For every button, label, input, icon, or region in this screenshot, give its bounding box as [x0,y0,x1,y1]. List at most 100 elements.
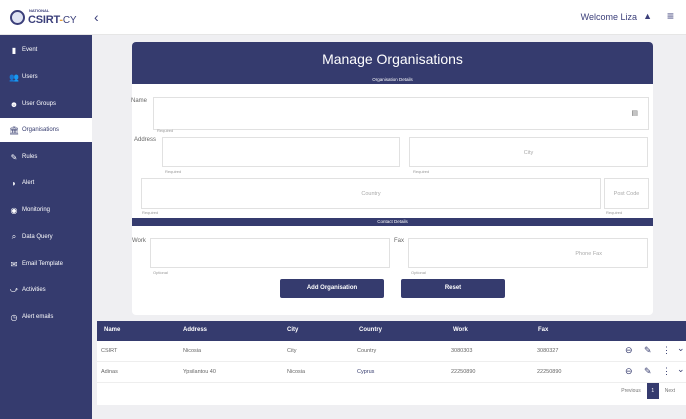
sidebar-item-label: Data Query [22,234,53,240]
top-bar: NATIONAL CSIRT-CY ‹ Welcome Liza ▲ ≡ [0,0,686,35]
cell-city: Nicosia [287,369,306,375]
fax-input[interactable]: Phone Fax [408,238,648,268]
city-placeholder: City [523,150,534,156]
sidebar-item-data-query[interactable]: ⌕ Data Query [0,225,92,249]
seal-icon [10,10,25,25]
sidebar-item-users[interactable]: 👥 Users [0,65,92,89]
sidebar-item-monitoring[interactable]: ◉ Monitoring [0,198,92,222]
sidebar-item-email-template[interactable]: ✉ Email Template [0,252,92,276]
section-organisation-details: Organisation Details [132,76,653,84]
sidebar-item-alert-emails[interactable]: ◷ Alert emails [0,305,92,329]
cell-country: Cyprus [357,369,375,375]
add-organisation-button[interactable]: Add Organisation [280,279,384,298]
fax-label: Fax [394,238,405,244]
work-label: Work [132,238,146,244]
logo-text: CSIRT-CY [28,14,77,26]
sidebar-item-label: Event [22,47,38,53]
sidebar-item-user-groups[interactable]: ☻ User Groups [0,92,92,116]
dashboard-icon: ◉ [10,205,18,215]
name-hint: Required [157,128,174,133]
column-header[interactable]: City [287,327,298,333]
tag-icon: ◗ [11,178,17,188]
country-hint: Required [142,210,159,215]
bank-icon: 🏛 [9,125,20,135]
next-page-button[interactable]: Next [665,388,675,394]
sidebar-item-label: Activities [22,287,46,293]
welcome-text: Welcome Liza [580,12,637,22]
sidebar-item-event[interactable]: ▮ Event [0,38,92,62]
sidebar-item-organisations[interactable]: 🏛 Organisations [0,118,92,142]
more-options-icon[interactable]: ⋮ [662,345,671,356]
name-label: Name [131,98,148,104]
previous-page-button[interactable]: Previous [621,388,640,394]
address-input[interactable] [162,137,400,167]
cell-fax: 22250890 [537,369,562,375]
sidebar-item-alert[interactable]: ◗ Alert [0,171,92,195]
table-row[interactable]: Adinas Ypsilantou 40 Nicosia Cyprus 2225… [97,362,686,383]
fax-placeholder: Phone Fax [575,251,602,257]
cell-address: Nicosia [183,348,202,354]
cell-city: City [287,348,297,354]
clock-icon: ◷ [10,312,18,322]
page-number-button[interactable]: 1 [646,383,659,399]
sidebar-item-label: Alert emails [22,314,54,320]
column-header[interactable]: Fax [538,327,548,333]
expand-icon[interactable]: ⌄ [677,343,685,354]
edit-icon[interactable]: ✎ [644,366,652,377]
work-phone-input[interactable] [150,238,390,268]
edit-icon[interactable]: ✎ [644,345,652,356]
logo-national-text: NATIONAL [29,8,50,13]
sidebar-item-label: Rules [22,154,38,160]
remove-icon[interactable]: ⊖ [625,345,633,356]
user-groups-icon: ☻ [9,99,19,109]
cell-country: Country [357,348,377,354]
table-row[interactable]: CSIRT Nicosia City Country 3080303 30803… [97,341,686,362]
cell-name: CSIRT [101,348,118,354]
pagination: Previous 1 Next [621,383,675,399]
fax-hint: Optional [411,270,426,275]
table-header: Name Address City Country Work Fax [97,321,686,341]
address-hint: Required [165,169,182,174]
sidebar-item-label: Organisations [22,127,60,133]
page-title: Manage Organisations [132,42,653,76]
search-icon: ⌕ [11,232,17,241]
sidebar-item-label: Email Template [22,261,63,267]
sidebar: ▮ Event 👥 Users ☻ User Groups 🏛 Organisations ✎ R… [0,35,92,419]
country-input[interactable]: Country [141,178,601,209]
sidebar-item-activities[interactable]: ⤻ Activities [0,278,92,302]
expand-icon[interactable]: ⌄ [677,364,685,375]
city-input[interactable]: City [409,137,648,167]
mail-icon: ✉ [10,259,18,269]
cell-fax: 3080327 [537,348,559,354]
column-header[interactable]: Country [359,327,382,333]
sidebar-item-label: Monitoring [22,207,51,213]
city-hint: Required [413,169,430,174]
sidebar-item-label: User Groups [22,101,57,107]
organisation-form-card: Manage Organisations Organisation Detail… [131,42,653,315]
reset-button[interactable]: Reset [401,279,505,298]
csirt-cy-logo[interactable]: NATIONAL CSIRT-CY [10,8,80,29]
more-options-icon[interactable]: ⋮ [662,366,671,377]
sidebar-item-rules[interactable]: ✎ Rules [0,145,92,169]
name-input[interactable]: ▤ [153,97,649,130]
postcode-hint: Required [606,210,623,215]
cell-address: Ypsilantou 40 [183,369,216,375]
organisations-table: Name Address City Country Work Fax CSIRT… [97,321,686,405]
remove-icon[interactable]: ⊖ [625,366,633,377]
country-placeholder: Country [361,191,381,197]
hamburger-menu-icon[interactable]: ≡ [667,9,674,23]
column-header[interactable]: Name [104,327,120,333]
section-contact-details: Contact Details [132,218,653,226]
postcode-placeholder: Post Code [613,191,640,197]
column-header[interactable]: Work [453,327,468,333]
cell-name: Adinas [101,369,118,375]
sidebar-item-label: Users [22,74,38,80]
cell-work: 3080303 [451,348,473,354]
activity-icon: ⤻ [9,285,19,294]
bell-icon[interactable]: ▲ [643,11,652,21]
postcode-input[interactable]: Post Code [604,178,649,209]
column-header[interactable]: Address [183,327,207,333]
users-icon: 👥 [9,72,19,82]
id-card-icon: ▤ [631,110,638,117]
collapse-sidebar-icon[interactable]: ‹ [94,9,99,25]
